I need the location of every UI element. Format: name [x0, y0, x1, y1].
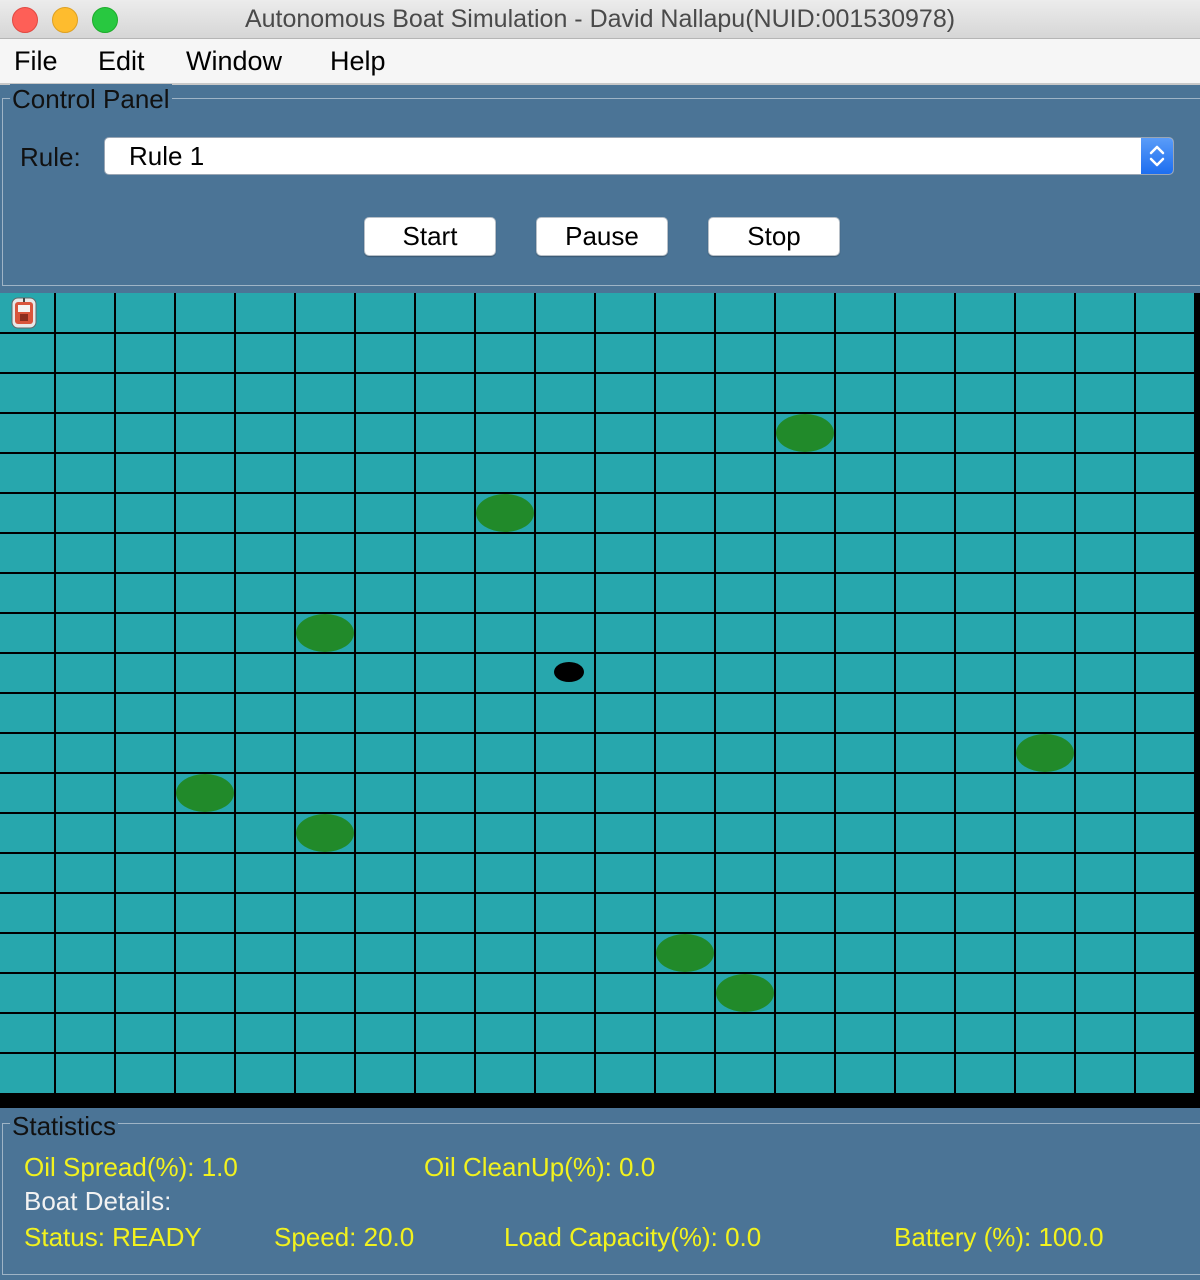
boat-icon: [10, 296, 38, 330]
black-marker: [554, 662, 584, 682]
battery-stat: Battery (%): 100.0: [894, 1222, 1104, 1252]
rule-label: Rule:: [20, 142, 81, 172]
window-title: Autonomous Boat Simulation - David Nalla…: [244, 5, 956, 33]
speed-stat: Speed: 20.0: [274, 1222, 415, 1252]
control-panel: [2, 98, 1200, 286]
menu-edit[interactable]: Edit: [98, 46, 145, 77]
menu-help[interactable]: Help: [330, 46, 386, 77]
stop-button[interactable]: Stop: [708, 217, 840, 256]
grid-canvas: [0, 293, 1200, 1093]
oil-spill: [716, 974, 774, 1012]
pause-button[interactable]: Pause: [536, 217, 668, 256]
load-capacity-stat: Load Capacity(%): 0.0: [504, 1222, 762, 1252]
simulation-grid[interactable]: [0, 293, 1200, 1093]
menu-bar: File Edit Window Help: [0, 39, 1200, 85]
statistics-title: Statistics: [10, 1111, 119, 1142]
control-panel-title: Control Panel: [10, 84, 172, 115]
rule-select-value: Rule 1: [129, 141, 205, 171]
menu-window[interactable]: Window: [186, 46, 282, 77]
boat-details-label: Boat Details:: [24, 1186, 172, 1216]
oil-spill: [296, 614, 354, 652]
oil-spill: [176, 774, 234, 812]
oil-spill: [1016, 734, 1074, 772]
oil-spread-stat: Oil Spread(%): 1.0: [24, 1152, 238, 1182]
start-button[interactable]: Start: [364, 217, 496, 256]
oil-spill: [776, 414, 834, 452]
grid-bottom-border: [0, 1093, 1200, 1108]
menu-file[interactable]: File: [14, 46, 58, 77]
select-arrows-icon[interactable]: [1141, 138, 1173, 174]
oil-spill: [476, 494, 534, 532]
oil-cleanup-stat: Oil CleanUp(%): 0.0: [424, 1152, 656, 1182]
status-stat: Status: READY: [24, 1222, 202, 1252]
oil-spill: [656, 934, 714, 972]
rule-select[interactable]: Rule 1: [104, 137, 1174, 175]
grid-right-border: [1194, 293, 1200, 1093]
window-title-bar: Autonomous Boat Simulation - David Nalla…: [0, 0, 1200, 39]
oil-spill: [296, 814, 354, 852]
